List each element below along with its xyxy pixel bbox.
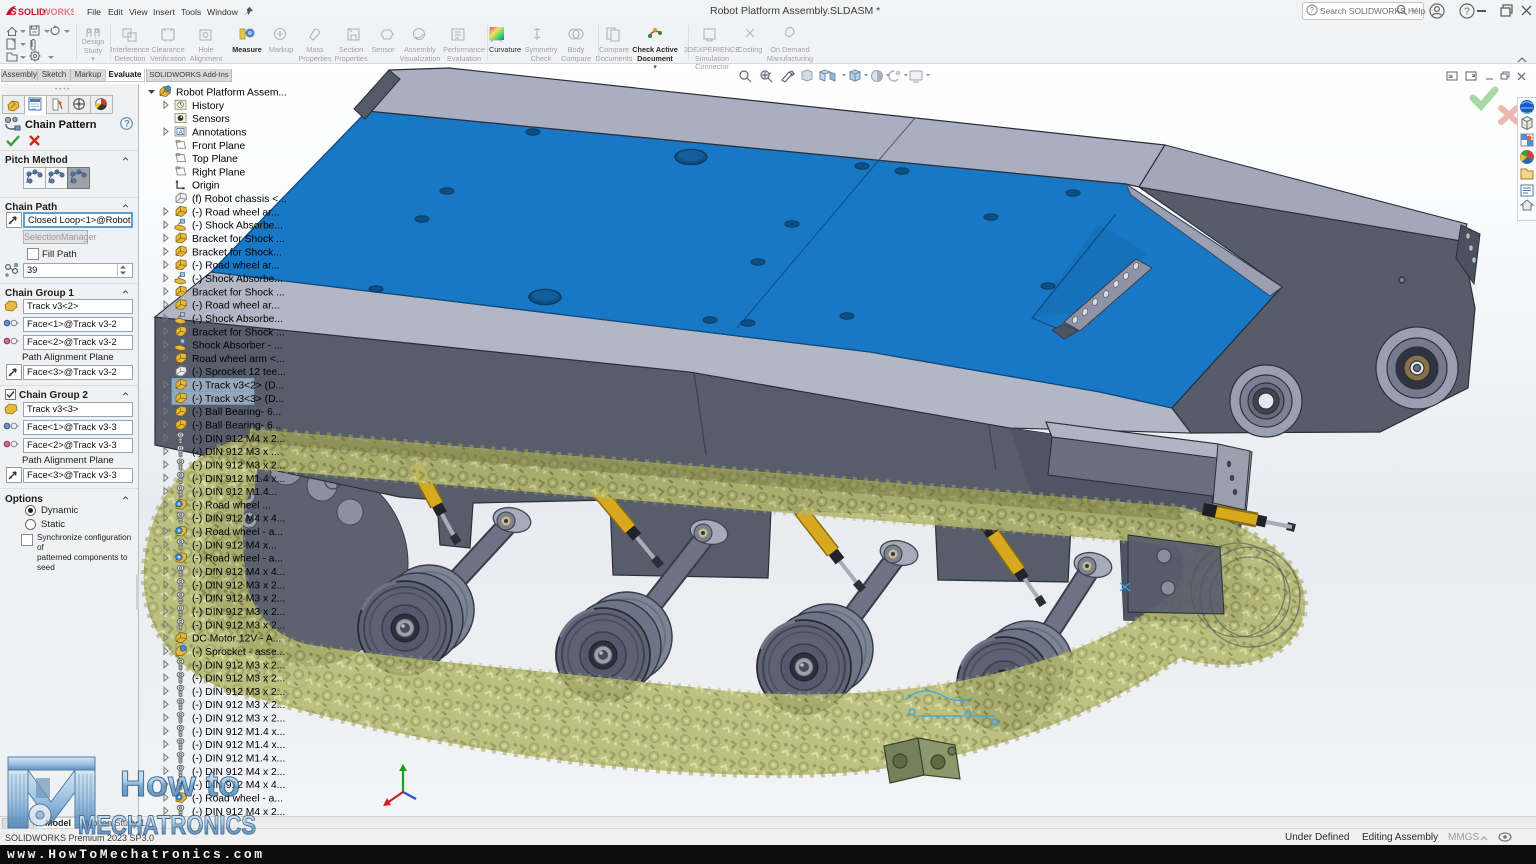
svg-text:S: S — [10, 7, 17, 18]
svg-text:?: ? — [1464, 6, 1470, 17]
svg-text:?: ? — [124, 119, 130, 129]
svg-text:?: ? — [1310, 6, 1315, 15]
svg-text:MECHATRONICS: MECHATRONICS — [78, 810, 256, 840]
svg-text:WORKS: WORKS — [42, 7, 74, 17]
svg-text:How to: How to — [120, 763, 240, 804]
